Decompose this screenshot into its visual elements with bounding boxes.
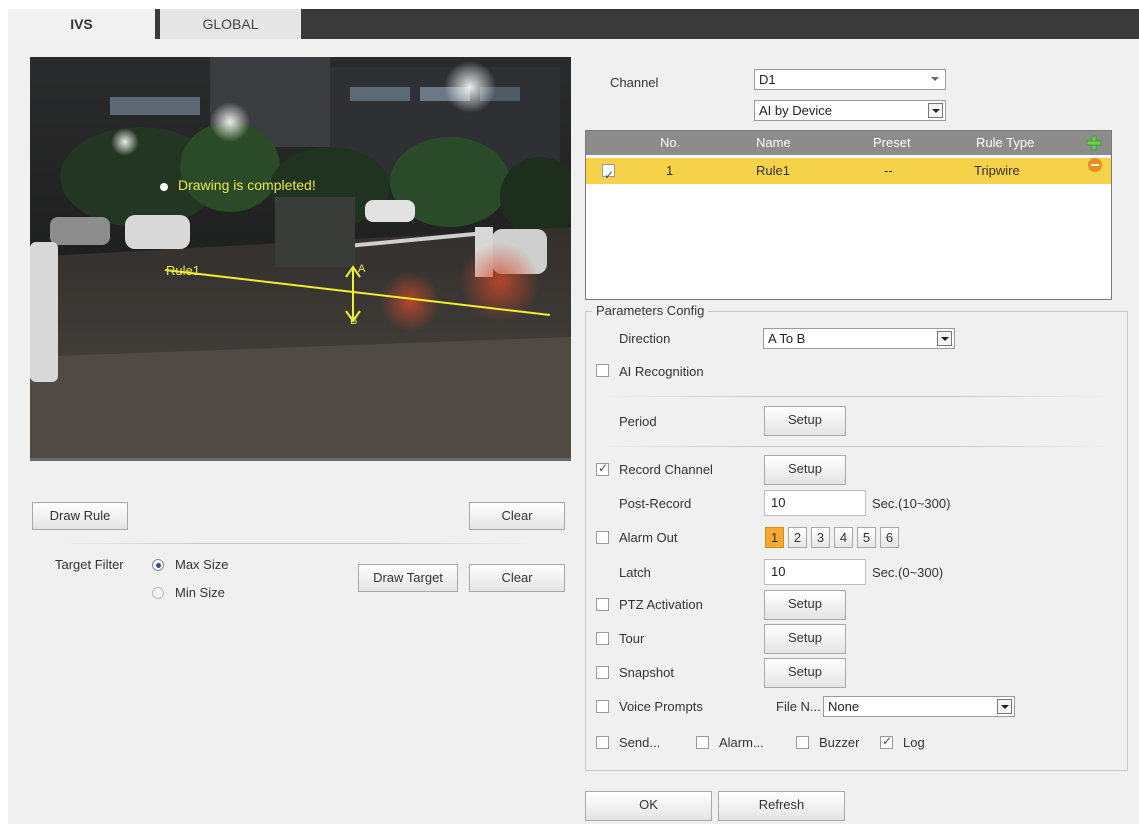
latch-input[interactable]: 10 (764, 559, 866, 585)
divider (600, 396, 1110, 397)
send-email-checkbox[interactable] (596, 736, 609, 749)
buzzer-checkbox[interactable] (796, 736, 809, 749)
tour-label: Tour (619, 631, 645, 646)
post-record-input[interactable]: 10 (764, 490, 866, 516)
channel-value: D1 (759, 72, 776, 87)
log-label: Log (903, 735, 925, 750)
send-email-label: Send... (619, 735, 661, 750)
ok-button[interactable]: OK (585, 791, 712, 821)
divider (55, 543, 535, 544)
min-size-label: Min Size (175, 585, 225, 600)
channel-select[interactable]: D1 (754, 69, 946, 90)
ptz-activation-checkbox[interactable] (596, 598, 609, 611)
direction-value: A To B (768, 331, 806, 346)
target-filter-label: Target Filter (55, 557, 124, 572)
period-label: Period (619, 414, 657, 429)
alarm-out-4-button[interactable]: 4 (834, 527, 853, 548)
post-record-label: Post-Record (619, 496, 692, 511)
chevron-down-icon (997, 699, 1012, 714)
snapshot-setup-button[interactable]: Setup (764, 658, 846, 688)
header-preset: Preset (873, 135, 911, 150)
max-size-radio[interactable] (152, 559, 164, 571)
max-size-label: Max Size (175, 557, 229, 572)
header-no: No. (660, 135, 681, 150)
log-checkbox[interactable] (880, 734, 893, 749)
rule-table-header: No. Name Preset Rule Type (586, 131, 1111, 155)
camera-scene (30, 57, 571, 458)
alarm-out-checkbox[interactable] (596, 531, 609, 544)
clear-rule-button[interactable]: Clear (469, 502, 565, 530)
rule-table: No. Name Preset Rule Type 1 Rule1 -- Tri… (585, 130, 1112, 300)
voice-prompts-label: Voice Prompts (619, 699, 703, 714)
video-preview[interactable]: Drawing is completed! Rule1 A B (30, 57, 571, 461)
ptz-setup-button[interactable]: Setup (764, 590, 846, 620)
alarm-out-label: Alarm Out (619, 530, 678, 545)
alarm-out-6-button[interactable]: 6 (880, 527, 899, 548)
alarm-out-1-button[interactable]: 1 (765, 527, 784, 548)
alarm-upload-label: Alarm... (719, 735, 764, 750)
latch-unit: Sec.(0~300) (872, 565, 944, 580)
ai-recognition-label: AI Recognition (619, 364, 704, 379)
add-rule-icon[interactable] (1086, 135, 1102, 151)
buzzer-label: Buzzer (819, 735, 860, 750)
channel-label: Channel (610, 75, 659, 90)
record-channel-label: Record Channel (619, 462, 713, 477)
snapshot-checkbox[interactable] (596, 666, 609, 679)
file-name-label: File N... (776, 699, 821, 714)
row-no: 1 (666, 163, 674, 178)
post-record-unit: Sec.(10~300) (872, 496, 951, 511)
ai-recognition-checkbox[interactable] (596, 364, 609, 377)
drawing-status-text: Drawing is completed! (178, 177, 316, 193)
header-name: Name (756, 135, 791, 150)
draw-target-button[interactable]: Draw Target (358, 564, 458, 592)
delete-rule-icon[interactable] (1088, 158, 1102, 172)
tour-checkbox[interactable] (596, 632, 609, 645)
rule-label-overlay: Rule1 (166, 263, 200, 278)
record-channel-checkbox[interactable] (596, 461, 609, 476)
parameters-config-legend: Parameters Config (592, 303, 709, 318)
refresh-button[interactable]: Refresh (718, 791, 845, 821)
tab-bar: IVS GLOBAL (8, 9, 1139, 39)
chevron-down-icon (928, 103, 943, 118)
record-channel-setup-button[interactable]: Setup (764, 455, 846, 485)
alarm-out-2-button[interactable]: 2 (788, 527, 807, 548)
ptz-activation-label: PTZ Activation (619, 597, 703, 612)
direction-label: Direction (619, 331, 671, 346)
row-rule-type: Tripwire (974, 163, 1020, 178)
chevron-down-icon (928, 72, 943, 87)
alarm-upload-checkbox[interactable] (696, 736, 709, 749)
voice-file-select[interactable]: None (823, 696, 1015, 717)
divider (600, 446, 1110, 447)
point-a-label: A (358, 263, 366, 275)
rule-enable-checkbox[interactable] (602, 162, 615, 188)
alarm-out-3-button[interactable]: 3 (811, 527, 830, 548)
clear-target-button[interactable]: Clear (469, 564, 565, 592)
period-setup-button[interactable]: Setup (764, 406, 846, 436)
draw-rule-button[interactable]: Draw Rule (32, 502, 128, 530)
snapshot-label: Snapshot (619, 665, 674, 680)
table-row[interactable]: 1 Rule1 -- Tripwire (586, 158, 1111, 188)
mode-value: AI by Device (759, 103, 832, 118)
voice-file-value: None (828, 699, 860, 714)
min-size-radio[interactable] (152, 587, 164, 599)
tour-setup-button[interactable]: Setup (764, 624, 846, 654)
direction-select[interactable]: A To B (763, 328, 955, 349)
row-preset: -- (884, 163, 893, 178)
point-b-label: B (350, 315, 358, 327)
chevron-down-icon (937, 331, 952, 346)
tab-global[interactable]: GLOBAL (160, 9, 301, 39)
mode-select[interactable]: AI by Device (754, 100, 946, 121)
latch-label: Latch (619, 565, 651, 580)
voice-prompts-checkbox[interactable] (596, 700, 609, 713)
header-rule-type: Rule Type (976, 135, 1035, 150)
tab-ivs[interactable]: IVS (8, 9, 155, 39)
row-name: Rule1 (756, 163, 790, 178)
alarm-out-5-button[interactable]: 5 (857, 527, 876, 548)
